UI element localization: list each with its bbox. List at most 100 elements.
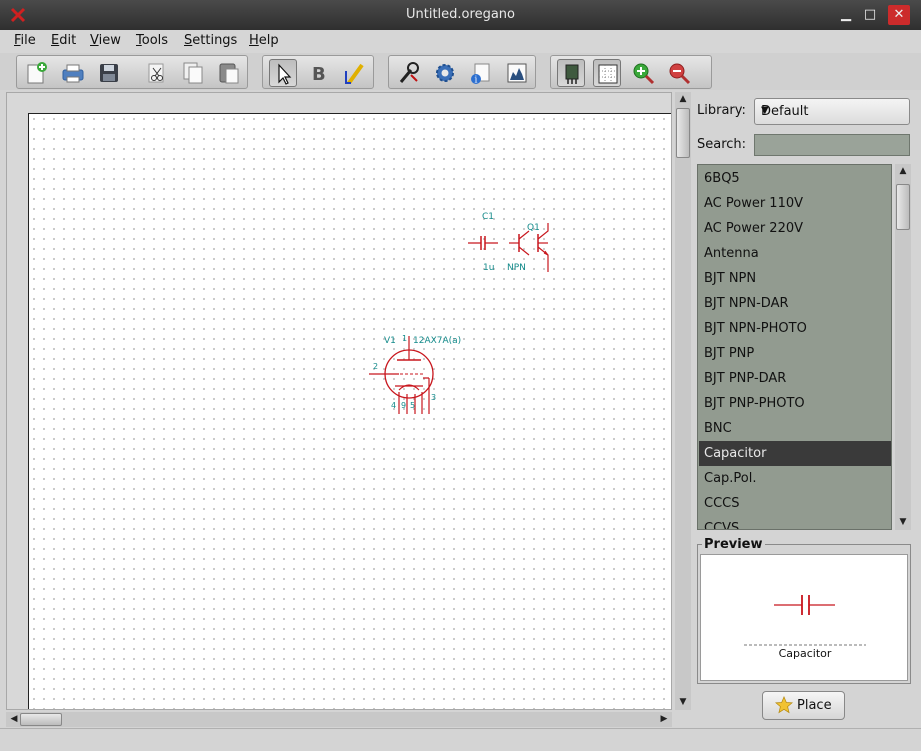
menu-tools[interactable]: Tools	[136, 33, 168, 48]
capacitor-c1[interactable]: C1 1u	[468, 212, 498, 273]
new-file-icon	[27, 62, 47, 84]
menu-bar: File Edit View Tools Settings Help	[0, 30, 921, 53]
menu-settings-rest: ettings	[192, 33, 238, 48]
text-tool-button[interactable]: B	[305, 59, 333, 87]
zoom-out-button[interactable]	[665, 59, 693, 87]
list-item[interactable]: Cap.Pol.	[699, 466, 891, 491]
tube-pin-label: 9	[401, 401, 406, 410]
list-item[interactable]: AC Power 110V	[699, 191, 891, 216]
pointer-tool-button[interactable]	[269, 59, 297, 87]
cut-button[interactable]	[143, 59, 171, 87]
tube-pin-label: 2	[373, 362, 378, 371]
part-browser-button[interactable]	[557, 59, 585, 87]
parts-list-scrollbar[interactable]: ▲ ▼	[895, 164, 911, 530]
plot-button[interactable]	[503, 59, 531, 87]
menu-file[interactable]: File	[14, 33, 36, 48]
maximize-button[interactable]: □	[859, 5, 881, 25]
menu-file-rest: ile	[20, 33, 36, 48]
library-label: Library:	[697, 103, 746, 118]
list-item[interactable]: BJT PNP	[699, 341, 891, 366]
scroll-down-arrow-icon[interactable]: ▼	[895, 515, 911, 529]
menu-edit-mnemonic: E	[51, 33, 60, 48]
netlist-info-icon: i	[471, 63, 490, 85]
copy-button[interactable]	[179, 59, 207, 87]
scroll-down-arrow-icon[interactable]: ▼	[675, 695, 691, 709]
menu-view-mnemonic: V	[90, 33, 99, 48]
list-item[interactable]: AC Power 220V	[699, 216, 891, 241]
tube-pin-label: 3	[431, 393, 436, 402]
plot-icon	[507, 63, 527, 83]
preview-box: Capacitor	[700, 554, 908, 681]
parts-list[interactable]: 6BQ5 AC Power 110V AC Power 220V Antenna…	[697, 164, 892, 530]
paste-icon	[219, 63, 239, 84]
menu-tools-rest: ools	[141, 33, 169, 48]
list-item[interactable]: BJT PNP-DAR	[699, 366, 891, 391]
copy-icon	[183, 62, 203, 84]
menu-help[interactable]: Help	[249, 33, 279, 48]
menu-help-rest: elp	[258, 33, 279, 48]
menu-help-mnemonic: H	[249, 33, 259, 48]
preview-title: Preview	[702, 537, 765, 552]
tube-pin-label: 1	[402, 334, 407, 343]
list-item[interactable]: 6BQ5	[699, 166, 891, 191]
place-button[interactable]: Place	[762, 691, 845, 720]
toolbar-group-tools: B	[262, 55, 374, 89]
zoom-in-button[interactable]	[629, 59, 657, 87]
transistor-value-label: NPN	[507, 263, 526, 273]
wire-tool-button[interactable]	[341, 59, 369, 87]
list-item[interactable]: BJT NPN-DAR	[699, 291, 891, 316]
canvas-horizontal-scroll-thumb[interactable]	[20, 713, 62, 726]
chevron-down-icon: ▼	[761, 105, 769, 116]
print-icon	[62, 64, 84, 83]
wire-tool-icon	[345, 63, 364, 85]
parts-list-scroll-thumb[interactable]	[896, 184, 910, 230]
grid-toggle-button[interactable]	[593, 59, 621, 87]
scroll-right-arrow-icon[interactable]: ▶	[656, 712, 672, 726]
list-item[interactable]: BJT PNP-PHOTO	[699, 391, 891, 416]
menu-view[interactable]: View	[90, 33, 121, 48]
canvas-horizontal-scrollbar[interactable]: ◀ ▶	[6, 712, 672, 727]
zoom-in-icon	[633, 63, 655, 85]
canvas-vertical-scroll-thumb[interactable]	[676, 108, 690, 158]
schematic-sheet[interactable]: C1 1u Q1 NPN V1 12AX7A(a) 1 2 3 4 9 5	[28, 113, 671, 709]
tube-value-label: 12AX7A(a)	[413, 336, 461, 346]
schematic-canvas[interactable]: C1 1u Q1 NPN V1 12AX7A(a) 1 2 3 4 9 5	[6, 92, 672, 710]
bold-text-tool-icon: B	[312, 64, 326, 85]
simulation-settings-button[interactable]	[431, 59, 459, 87]
menu-edit[interactable]: Edit	[51, 33, 76, 48]
list-item[interactable]: CCVS	[699, 516, 891, 529]
simulation-settings-icon	[436, 64, 454, 82]
minimize-button[interactable]: ▁	[835, 5, 857, 25]
list-item[interactable]: CCCS	[699, 491, 891, 516]
netlist-info-button[interactable]: i	[467, 59, 495, 87]
close-button[interactable]: ✕	[888, 5, 910, 25]
list-item[interactable]: BJT NPN-PHOTO	[699, 316, 891, 341]
tube-ref-label: V1	[384, 336, 396, 346]
save-button[interactable]	[95, 59, 123, 87]
scroll-up-arrow-icon[interactable]: ▲	[895, 164, 911, 178]
probe-icon	[399, 62, 419, 83]
grid-icon	[598, 64, 618, 84]
paste-button[interactable]	[215, 59, 243, 87]
vacuum-tube-v1[interactable]: V1 12AX7A(a) 1 2 3 4 9 5	[369, 334, 461, 414]
probe-button[interactable]	[395, 59, 423, 87]
canvas-vertical-scrollbar[interactable]: ▲ ▼	[675, 92, 691, 710]
toolbar-group-view	[550, 55, 712, 89]
menu-view-rest: iew	[98, 33, 121, 48]
menu-settings[interactable]: Settings	[184, 33, 237, 48]
library-dropdown[interactable]: Default ▼	[754, 98, 910, 125]
list-item[interactable]: Antenna	[699, 241, 891, 266]
search-label: Search:	[697, 137, 747, 152]
list-item-selected[interactable]: Capacitor	[699, 441, 891, 466]
tube-pin-label: 5	[410, 401, 415, 410]
search-input[interactable]	[754, 134, 910, 156]
transistor-q1[interactable]: Q1 NPN	[507, 223, 549, 273]
list-item[interactable]: BJT NPN	[699, 266, 891, 291]
transistor-ref-label: Q1	[527, 223, 540, 233]
menu-edit-rest: dit	[59, 33, 77, 48]
list-item[interactable]: BNC	[699, 416, 891, 441]
print-button[interactable]	[59, 59, 87, 87]
new-file-button[interactable]	[23, 59, 51, 87]
capacitor-preview-icon: Capacitor	[744, 595, 866, 660]
scroll-up-arrow-icon[interactable]: ▲	[675, 92, 691, 106]
